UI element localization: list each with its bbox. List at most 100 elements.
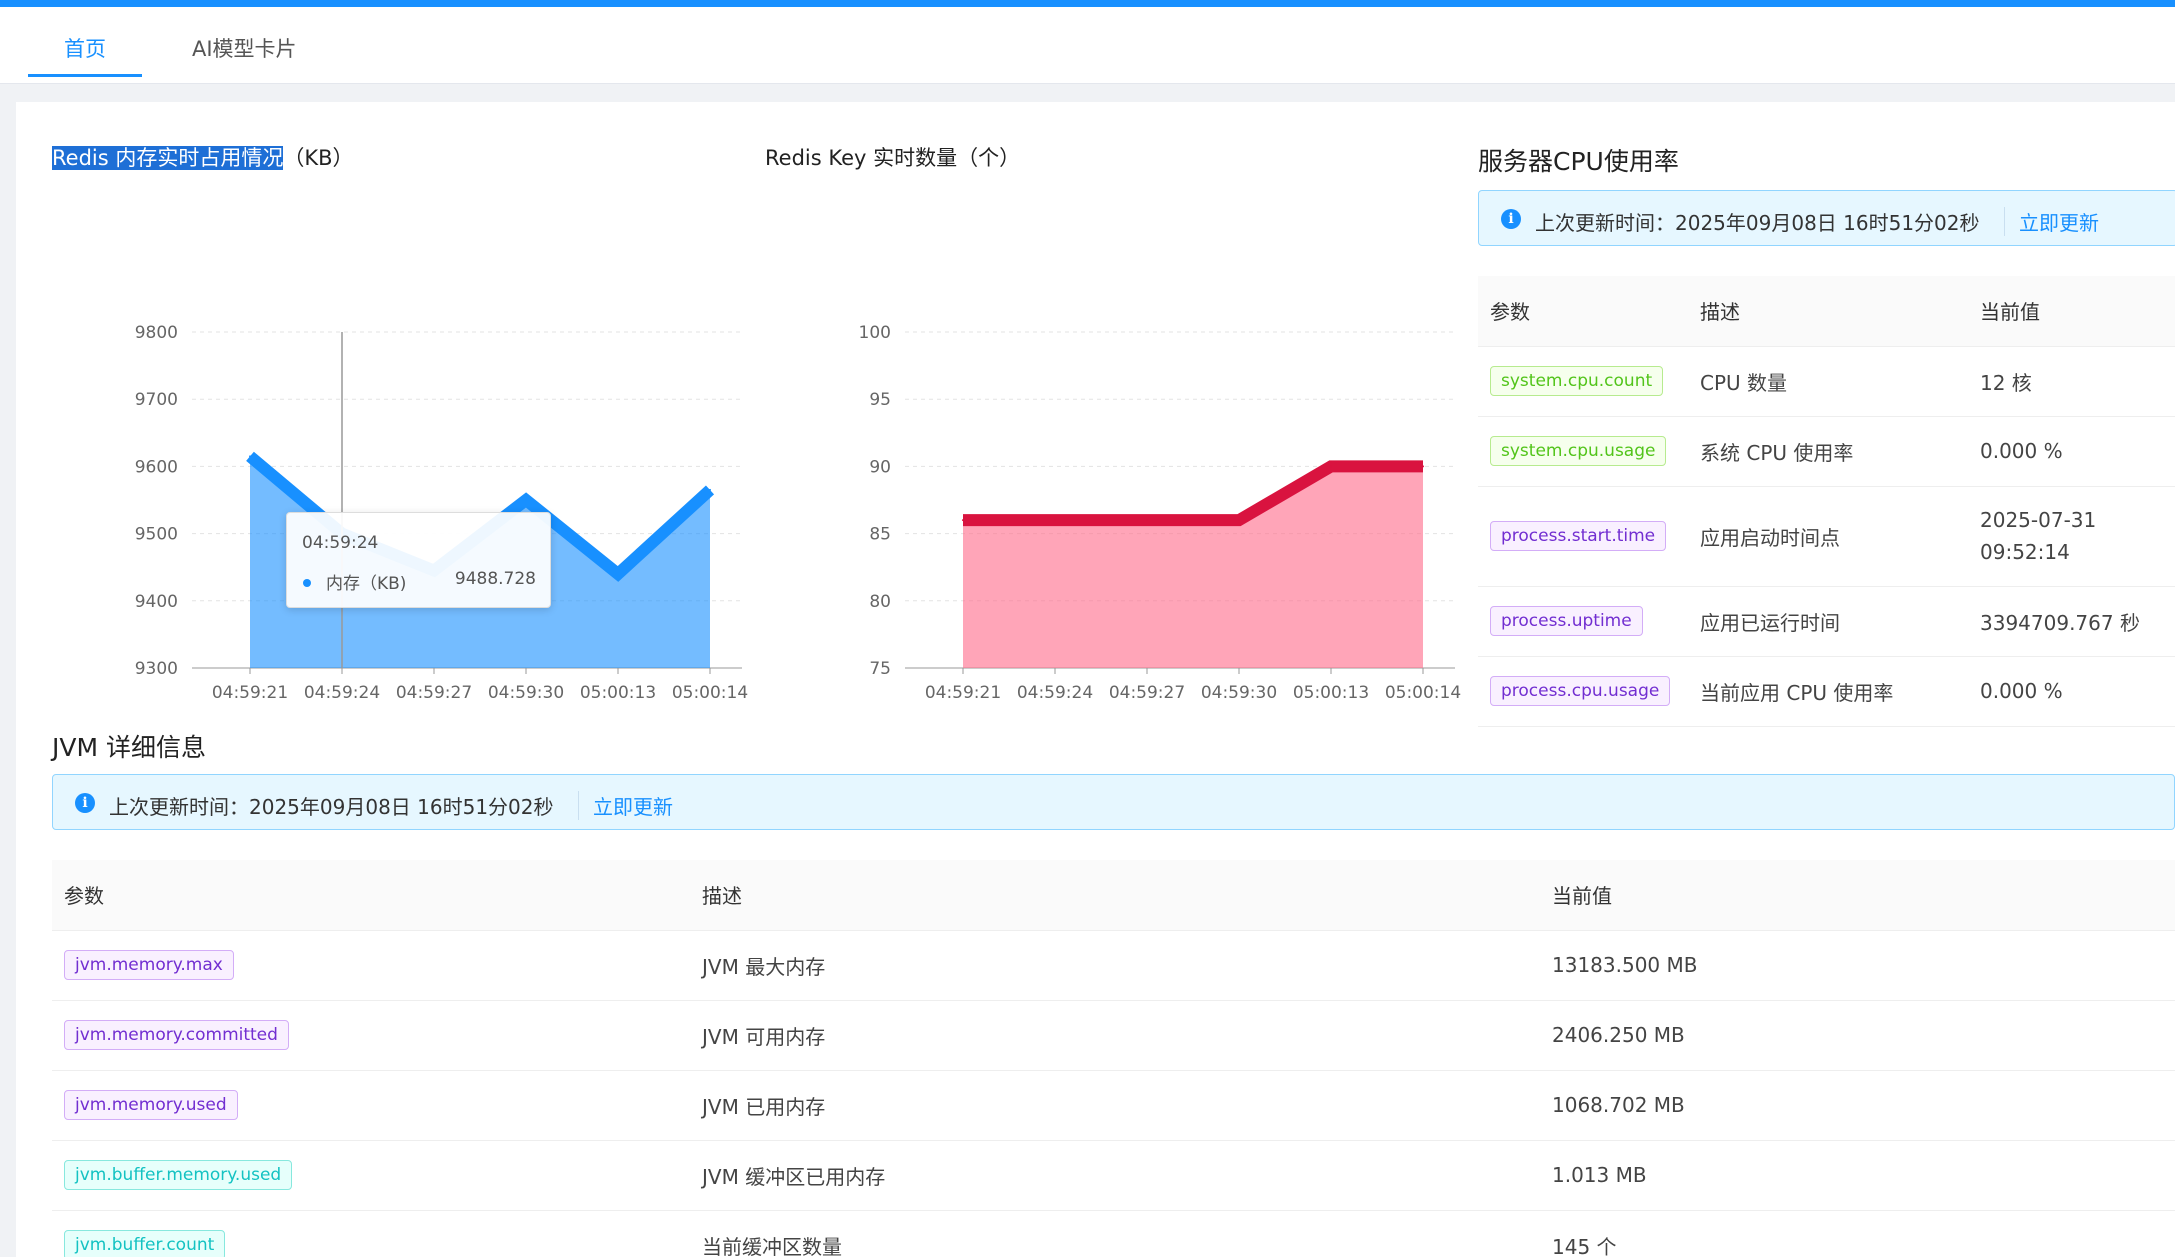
x-tick-label: 04:59:24 — [304, 683, 380, 703]
x-tick-label: 05:00:13 — [1293, 683, 1369, 703]
redis-memory-chart-title: Redis 内存实时占用情况（KB） — [52, 142, 354, 172]
redis-memory-chart[interactable]: 9300 9400 9500 9600 9700 9800 04:59:21 04:59:24… — [52, 212, 752, 732]
table-row: process.uptime 应用已运行时间 3394709.767 秒 — [1478, 586, 2175, 657]
param-value-time: 09:52:14 — [1980, 540, 2070, 564]
x-tick-label: 04:59:27 — [396, 683, 472, 703]
table-row: jvm.memory.committed JVM 可用内存 2406.250 M… — [52, 1000, 2175, 1071]
param-value: 2025-07-31 09:52:14 — [1968, 486, 2175, 587]
param-tag: process.start.time — [1490, 521, 1667, 551]
y-tick-label: 100 — [859, 323, 891, 343]
param-value: 0.000 % — [1968, 656, 2175, 727]
redis-key-chart-title: Redis Key 实时数量（个） — [765, 146, 1021, 170]
y-tick-label: 75 — [869, 659, 891, 679]
jvm-update-alert: i 上次更新时间：2025年09月08日 16时51分02秒 立即更新 — [52, 774, 2175, 830]
tooltip-series-label: 内存（KB) — [326, 574, 407, 594]
table-row: jvm.buffer.count 当前缓冲区数量 145 个 — [52, 1210, 2175, 1257]
data-point — [249, 455, 251, 458]
param-value-date: 2025-07-31 — [1980, 508, 2097, 532]
jvm-header-param: 参数 — [52, 860, 690, 931]
x-tick-label: 04:59:21 — [925, 683, 1001, 703]
tab-home[interactable]: 首页 — [28, 29, 142, 77]
top-accent-bar — [0, 0, 2175, 7]
param-desc: CPU 数量 — [1688, 346, 1968, 417]
param-tag: jvm.memory.max — [64, 950, 234, 980]
param-desc: 当前缓冲区数量 — [690, 1210, 1540, 1257]
data-point — [709, 488, 711, 491]
x-tick-label: 04:59:21 — [212, 683, 288, 703]
data-point — [1146, 519, 1148, 522]
y-tick-label: 9700 — [135, 390, 178, 410]
tooltip-series-dot — [303, 579, 311, 587]
redis-memory-title-unit: （KB） — [283, 146, 354, 170]
series-area — [963, 466, 1423, 668]
cpu-refresh-link[interactable]: 立即更新 — [2004, 207, 2099, 236]
table-row: process.cpu.usage 当前应用 CPU 使用率 0.000 % — [1478, 656, 2175, 727]
tooltip-value: 9488.728 — [454, 569, 536, 589]
param-value: 3394709.767 秒 — [1968, 586, 2175, 657]
y-tick-label: 80 — [869, 592, 891, 612]
info-icon: i — [75, 793, 95, 813]
table-row: process.start.time 应用启动时间点 2025-07-31 09… — [1478, 486, 2175, 587]
jvm-section-title: JVM 详细信息 — [52, 733, 206, 762]
param-tag: jvm.memory.committed — [64, 1020, 289, 1050]
data-point — [1422, 465, 1424, 468]
x-tick-label: 04:59:24 — [1017, 683, 1093, 703]
y-tick-label: 9300 — [135, 659, 178, 679]
param-tag: process.uptime — [1490, 606, 1643, 636]
jvm-header-value: 当前值 — [1540, 860, 2175, 931]
jvm-last-update-text: 上次更新时间：2025年09月08日 16时51分02秒 — [109, 795, 554, 819]
param-desc: 系统 CPU 使用率 — [1688, 416, 1968, 487]
param-value: 1068.702 MB — [1540, 1070, 2175, 1141]
param-desc: JVM 可用内存 — [690, 1000, 1540, 1071]
x-tick-label: 04:59:30 — [1201, 683, 1277, 703]
chart-tooltip: 04:59:24 内存（KB) 9488.728 — [286, 512, 551, 608]
param-tag: jvm.buffer.memory.used — [64, 1160, 293, 1190]
x-tick-label: 05:00:14 — [1385, 683, 1461, 703]
param-value: 1.013 MB — [1540, 1140, 2175, 1211]
jvm-refresh-link[interactable]: 立即更新 — [578, 791, 673, 820]
param-value: 2406.250 MB — [1540, 1000, 2175, 1071]
param-value: 12 核 — [1968, 346, 2175, 417]
data-point — [1054, 519, 1056, 522]
y-tick-label: 95 — [869, 390, 891, 410]
cpu-header-desc: 描述 — [1688, 276, 1968, 347]
param-value: 145 个 — [1540, 1210, 2175, 1257]
cpu-update-alert: i 上次更新时间：2025年09月08日 16时51分02秒 立即更新 — [1478, 190, 2175, 246]
cpu-table: 参数 描述 当前值 system.cpu.count CPU 数量 12 核 s… — [1478, 276, 2175, 727]
y-tick-label: 9500 — [135, 525, 178, 545]
param-tag: system.cpu.count — [1490, 366, 1664, 396]
table-row: jvm.memory.max JVM 最大内存 13183.500 MB — [52, 930, 2175, 1001]
y-tick-label: 85 — [869, 525, 891, 545]
jvm-table: 参数 描述 当前值 jvm.memory.max JVM 最大内存 13183.… — [52, 860, 2175, 1257]
data-point — [1330, 465, 1332, 468]
y-tick-label: 90 — [869, 457, 891, 477]
y-tick-label: 9600 — [135, 457, 178, 477]
jvm-header-desc: 描述 — [690, 860, 1540, 931]
tab-bar: 首页 AI模型卡片 — [0, 7, 2175, 84]
param-desc: JVM 已用内存 — [690, 1070, 1540, 1141]
param-desc: JVM 缓冲区已用内存 — [690, 1140, 1540, 1211]
table-row: system.cpu.count CPU 数量 12 核 — [1478, 346, 2175, 417]
table-row: jvm.buffer.memory.used JVM 缓冲区已用内存 1.013… — [52, 1140, 2175, 1211]
param-value: 0.000 % — [1968, 416, 2175, 487]
y-tick-label: 9800 — [135, 323, 178, 343]
x-tick-label: 04:59:27 — [1109, 683, 1185, 703]
param-tag: jvm.memory.used — [64, 1090, 238, 1120]
param-desc: 当前应用 CPU 使用率 — [1688, 656, 1968, 727]
cpu-header-value: 当前值 — [1968, 276, 2175, 347]
param-desc: 应用启动时间点 — [1688, 486, 1968, 587]
x-tick-label: 05:00:13 — [580, 683, 656, 703]
data-point — [962, 519, 964, 522]
info-icon: i — [1501, 209, 1521, 229]
cpu-section-title: 服务器CPU使用率 — [1478, 147, 1679, 176]
cpu-header-param: 参数 — [1478, 276, 1688, 347]
data-point — [617, 572, 619, 575]
y-tick-label: 9400 — [135, 592, 178, 612]
tab-ai-model-cards[interactable]: AI模型卡片 — [192, 29, 297, 77]
param-desc: 应用已运行时间 — [1688, 586, 1968, 657]
redis-key-chart[interactable]: 75 80 85 90 95 100 04:59:21 04:59:24 04:59:27 04:… — [765, 212, 1465, 732]
table-row: jvm.memory.used JVM 已用内存 1068.702 MB — [52, 1070, 2175, 1141]
data-point — [525, 499, 527, 501]
x-tick-label: 04:59:30 — [488, 683, 564, 703]
x-tick-label: 05:00:14 — [672, 683, 748, 703]
